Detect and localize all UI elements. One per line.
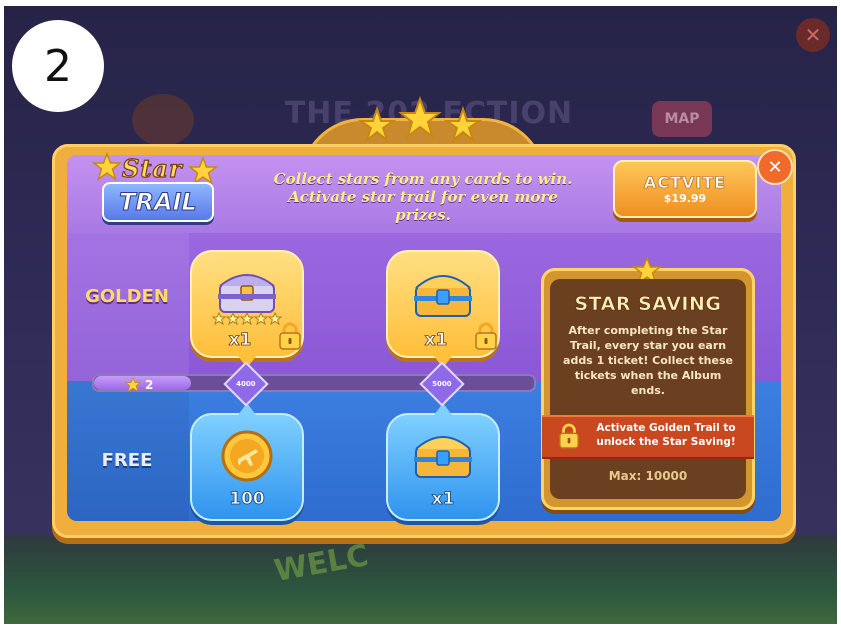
progress-star-icon xyxy=(125,377,141,393)
golden-label-column xyxy=(67,233,189,381)
progress-track xyxy=(92,374,536,392)
header-line-2: Activate star trail for even more prizes… xyxy=(288,188,558,224)
background-world xyxy=(4,536,837,624)
progress-star-value: 2 xyxy=(145,378,154,392)
airplane-coin-icon xyxy=(221,430,273,482)
gold-chest-icon xyxy=(414,275,472,317)
logo-trail-text: TRAIL xyxy=(102,182,214,222)
background-close-icon: ✕ xyxy=(796,18,830,52)
reward-quantity: x1 xyxy=(431,489,455,510)
lock-icon xyxy=(279,322,301,350)
star-saving-desc-line: After completing the Star xyxy=(568,324,728,337)
activate-button[interactable]: ACTVITE $19.99 xyxy=(613,160,757,218)
lock-icon xyxy=(475,322,497,350)
lock-text-line: unlock the Star Saving! xyxy=(596,436,736,448)
star-saving-desc-line: tickets when the Album ends. xyxy=(574,369,722,397)
star-trail-logo: Star TRAIL xyxy=(92,152,220,224)
background-decoration xyxy=(132,94,194,146)
star-saving-inner: STAR SAVING After completing the Star Tr… xyxy=(542,279,754,499)
reward-quantity: x1 xyxy=(228,330,252,351)
star-saving-title: STAR SAVING xyxy=(574,293,722,316)
activate-button-price: $19.99 xyxy=(663,192,707,205)
free-reward-gold-chest[interactable]: x1 xyxy=(386,403,500,521)
golden-row-label: GOLDEN xyxy=(85,286,169,307)
golden-reward-silver-chest[interactable]: x1 xyxy=(190,250,304,368)
star-saving-card: STAR SAVING After completing the Star Tr… xyxy=(541,257,755,510)
star-saving-description: After completing the Star Trail, every s… xyxy=(560,323,736,398)
milestone-value: 5000 xyxy=(432,379,452,388)
reward-quantity: 100 xyxy=(229,489,265,510)
progress-star-count: 2 xyxy=(125,377,153,393)
lock-icon xyxy=(559,423,579,449)
gold-chest-icon xyxy=(414,436,472,478)
star-saving-lock-text: Activate Golden Trail to unlock the Star… xyxy=(582,421,750,449)
golden-reward-gold-chest[interactable]: x1 xyxy=(386,250,500,368)
header-line-1: Collect stars from any cards to win. xyxy=(273,170,573,188)
star-saving-desc-line: adds 1 ticket! Collect these xyxy=(563,354,733,367)
free-reward-coins[interactable]: 100 xyxy=(190,403,304,521)
activate-button-label: ACTVITE xyxy=(643,173,727,193)
close-button[interactable]: ✕ xyxy=(757,149,793,185)
star-saving-max: Max: 10000 xyxy=(608,469,688,483)
reward-quantity: x1 xyxy=(424,330,448,351)
lock-text-line: Activate Golden Trail to xyxy=(596,422,736,434)
free-row-label: FREE xyxy=(101,450,153,471)
background-map-button: MAP xyxy=(652,101,712,137)
header-instructions: Collect stars from any cards to win. Act… xyxy=(258,170,588,224)
three-stars-icon xyxy=(357,96,483,143)
logo-star-left-icon xyxy=(92,152,122,181)
star-saving-lock-banner: Activate Golden Trail to unlock the Star… xyxy=(542,415,754,459)
silver-chest-icon xyxy=(218,274,276,313)
step-number-badge: 2 xyxy=(12,20,104,112)
logo-star-text: Star xyxy=(121,153,183,183)
star-saving-desc-line: Trail, every star you earn xyxy=(569,339,727,352)
milestone-value: 4000 xyxy=(236,379,256,388)
five-stars-rating-icon xyxy=(212,312,282,326)
